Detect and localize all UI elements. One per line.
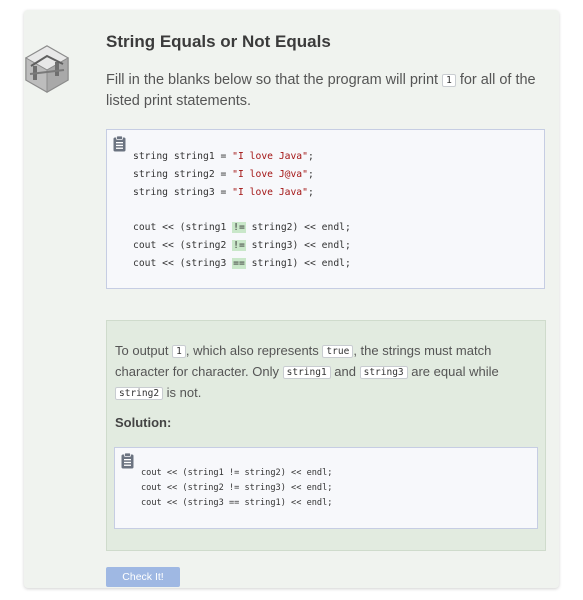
string-literal: "I love Java" (232, 151, 308, 162)
code-editor[interactable]: string string1 = "I love Java"; string s… (106, 129, 545, 289)
blank-3[interactable]: == (232, 257, 246, 269)
inline-code-string3: string3 (359, 366, 408, 379)
bridge-badge-icon (24, 45, 70, 93)
instructions-inline-code: 1 (442, 74, 456, 87)
copy-solution-clipboard-icon[interactable] (121, 453, 134, 469)
code-line-2: string string2 = "I love J@va"; (133, 168, 314, 180)
inline-code-true: true (322, 345, 354, 358)
code-line-4: cout << (string1 != string2) << endl; (133, 222, 351, 234)
solution-code: cout << (string1 != string2) << endl; co… (141, 468, 333, 508)
exercise-title: String Equals or Not Equals (106, 32, 331, 51)
instructions-text: Fill in the blanks below so that the pro… (106, 70, 546, 112)
copy-code-clipboard-icon[interactable] (113, 136, 126, 152)
exercise-card: String Equals or Not Equals Fill in the … (24, 10, 559, 588)
blank-2[interactable]: != (232, 239, 246, 251)
code-line-6: cout << (string3 == string1) << endl; (133, 257, 351, 269)
solution-explanation: To output 1, which also represents true,… (115, 343, 499, 400)
inline-code-1: 1 (172, 345, 186, 358)
blank-1[interactable]: != (232, 222, 246, 234)
program-code: string string1 = "I love Java"; string s… (133, 148, 351, 273)
solution-label: Solution: (115, 415, 172, 430)
check-it-button[interactable]: Check It! (106, 567, 180, 587)
string-literal: "I love J@va" (232, 168, 308, 180)
inline-code-string2: string2 (115, 387, 164, 400)
code-line-5: cout << (string2 != string3) << endl; (133, 239, 351, 251)
string-literal: "I love Java" (232, 186, 308, 198)
code-line-3: string string3 = "I love Java"; (133, 186, 314, 198)
instructions-before: Fill in the blanks below so that the pro… (106, 72, 443, 88)
code-line-1: string string1 = "I love Java"; (133, 151, 314, 162)
solution-code-box: cout << (string1 != string2) << endl; co… (114, 447, 538, 529)
solution-panel: To output 1, which also represents true,… (106, 320, 546, 551)
inline-code-string1: string1 (282, 366, 331, 379)
